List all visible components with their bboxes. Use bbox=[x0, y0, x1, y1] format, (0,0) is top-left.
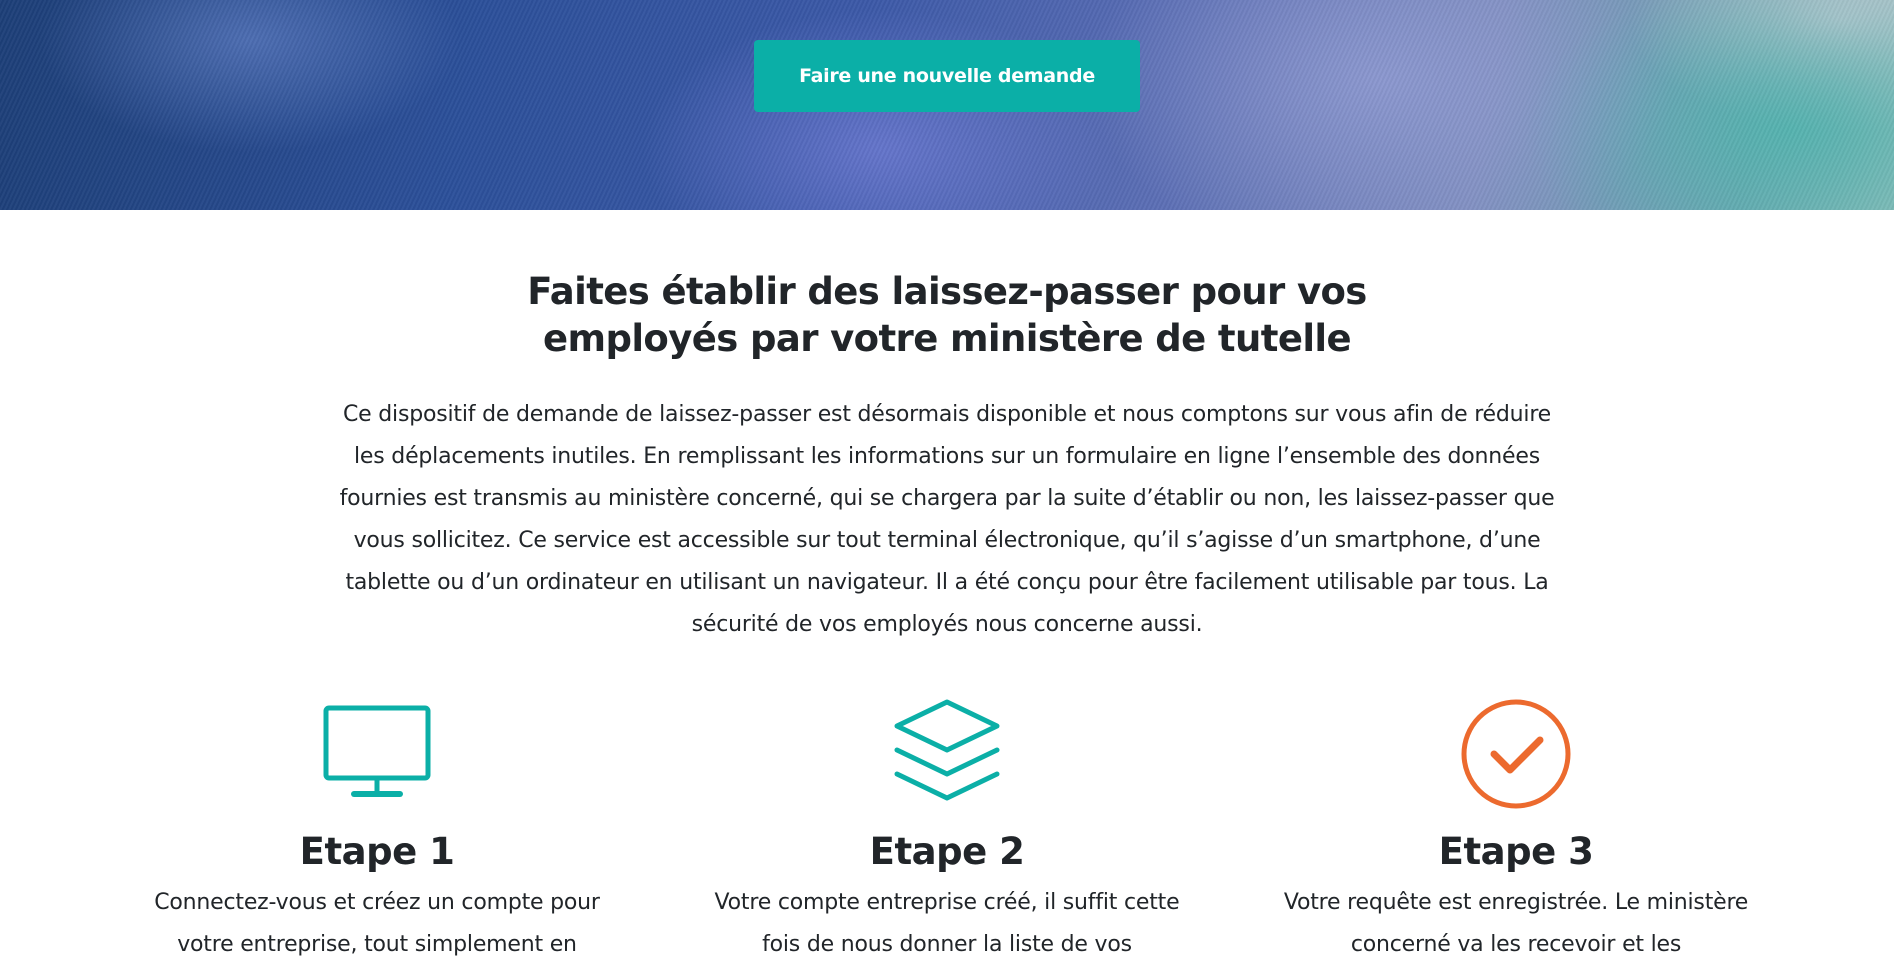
step-3-text: Votre requête est enregistrée. Le minist… bbox=[1283, 890, 1749, 957]
step-1-title: Etape 1 bbox=[299, 830, 455, 873]
step-3: Etape 3 Votre requête est enregistrée. L… bbox=[1266, 698, 1766, 966]
step-2: Etape 2 Votre compte entreprise créé, il… bbox=[697, 698, 1197, 966]
intro-paragraph: Ce dispositif de demande de laissez-pass… bbox=[339, 402, 1555, 637]
layers-icon bbox=[894, 699, 1000, 801]
step-1-text: Connectez-vous et créez un compte pour v… bbox=[154, 890, 600, 957]
monitor-icon bbox=[323, 705, 431, 797]
step-1: Etape 1 Connectez-vous et créez un compt… bbox=[127, 698, 627, 966]
page-title: Faites établir des laissez-passer pour v… bbox=[527, 270, 1367, 360]
check-circle-icon bbox=[1461, 699, 1571, 809]
step-2-text: Votre compte entreprise créé, il suffit … bbox=[714, 890, 1180, 957]
hero-banner: Faire une nouvelle demande bbox=[0, 0, 1894, 210]
step-3-title: Etape 3 bbox=[1438, 830, 1594, 873]
step-2-title: Etape 2 bbox=[869, 830, 1025, 873]
new-request-button[interactable]: Faire une nouvelle demande bbox=[754, 40, 1140, 112]
